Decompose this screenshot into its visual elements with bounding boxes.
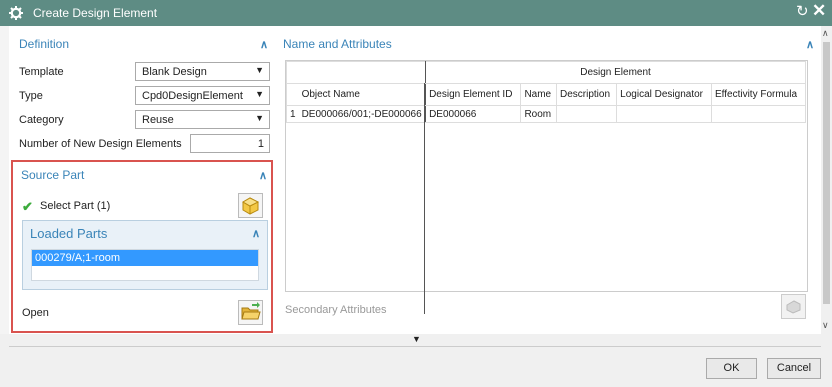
ok-button[interactable]: OK: [706, 358, 757, 379]
table-header-row: Object Name Design Element ID Name Descr…: [285, 83, 807, 106]
title-bar: Create Design Element ↻ ✕: [0, 0, 832, 26]
cell-effectivity-formula[interactable]: [710, 105, 807, 123]
definition-header: Definition: [19, 37, 70, 51]
cancel-button[interactable]: Cancel: [767, 358, 821, 379]
col-description[interactable]: Description: [555, 83, 618, 106]
expand-down-icon[interactable]: ▼: [412, 334, 421, 344]
select-part-button[interactable]: [238, 193, 263, 218]
chevron-down-icon: ▼: [255, 65, 264, 75]
close-icon[interactable]: ✕: [812, 2, 826, 20]
secondary-attributes-label: Secondary Attributes: [285, 304, 387, 316]
cell-name[interactable]: Room: [520, 105, 557, 123]
row-index: 1: [285, 105, 299, 123]
scroll-down-icon[interactable]: ∨: [822, 320, 829, 331]
type-label: Type: [19, 90, 43, 102]
definition-collapse-icon[interactable]: ∧: [260, 38, 268, 51]
loaded-parts-list[interactable]: 000279/A;1-room: [31, 249, 259, 281]
cell-logical-designator[interactable]: [616, 105, 712, 123]
loaded-parts-panel: Loaded Parts ∧ 000279/A;1-room: [22, 220, 268, 290]
table-row[interactable]: 1 DE000066/001;-DE000066 DE000066 Room: [285, 105, 807, 123]
loaded-parts-header: Loaded Parts: [30, 226, 108, 241]
window-title: Create Design Element: [33, 6, 158, 20]
scrollbar-thumb[interactable]: [823, 42, 830, 304]
footer-bar: ▼ OK Cancel: [0, 334, 832, 387]
folder-open-icon: [241, 302, 261, 320]
attributes-table: Design Element Object Name Design Elemen…: [285, 61, 807, 123]
name-attributes-collapse-icon[interactable]: ∧: [806, 38, 814, 51]
list-item[interactable]: 000279/A;1-room: [32, 250, 258, 266]
cell-description[interactable]: [555, 105, 618, 123]
cube-icon: [241, 197, 260, 215]
open-button[interactable]: [238, 300, 263, 325]
source-part-section: Source Part ∧ ✔ Select Part (1) Loaded P…: [11, 160, 273, 333]
template-dropdown[interactable]: Blank Design ▼: [135, 62, 270, 81]
secondary-attributes-icon: [786, 300, 801, 314]
type-dropdown[interactable]: Cpd0DesignElement ▼: [135, 86, 270, 105]
cell-object-name[interactable]: DE000066/001;-DE000066: [298, 105, 427, 123]
col-logical-designator[interactable]: Logical Designator: [616, 83, 712, 106]
column-freeze-divider: [424, 83, 425, 314]
chevron-down-icon: ▼: [255, 89, 264, 99]
secondary-attributes-button[interactable]: [781, 294, 806, 319]
type-value: Cpd0DesignElement: [142, 90, 243, 102]
category-dropdown[interactable]: Reuse ▼: [135, 110, 270, 129]
col-object-name[interactable]: Object Name: [298, 83, 427, 106]
scroll-up-icon[interactable]: ∧: [822, 28, 829, 39]
name-attributes-header: Name and Attributes: [283, 37, 392, 51]
loaded-parts-collapse-icon[interactable]: ∧: [252, 227, 260, 240]
source-part-collapse-icon[interactable]: ∧: [259, 169, 267, 182]
footer-divider: [9, 346, 821, 347]
vertical-scrollbar[interactable]: ∧ ∨: [821, 26, 832, 334]
chevron-down-icon: ▼: [255, 113, 264, 123]
template-value: Blank Design: [142, 66, 207, 78]
category-label: Category: [19, 114, 64, 126]
source-part-header: Source Part: [21, 168, 85, 182]
reset-icon[interactable]: ↻: [796, 4, 809, 20]
cell-design-element-id[interactable]: DE000066: [425, 105, 522, 123]
design-element-group-header: Design Element: [425, 61, 806, 84]
col-name[interactable]: Name: [520, 83, 557, 106]
number-input[interactable]: 1: [190, 134, 270, 153]
select-part-label: Select Part (1): [40, 200, 111, 212]
gear-icon: [9, 6, 23, 20]
col-effectivity-formula[interactable]: Effectivity Formula: [710, 83, 807, 106]
col-design-element-id[interactable]: Design Element ID: [425, 83, 522, 106]
checkmark-icon: ✔: [22, 199, 33, 214]
template-label: Template: [19, 66, 64, 78]
open-label: Open: [22, 307, 49, 319]
number-label: Number of New Design Elements: [19, 138, 182, 150]
category-value: Reuse: [142, 114, 174, 126]
